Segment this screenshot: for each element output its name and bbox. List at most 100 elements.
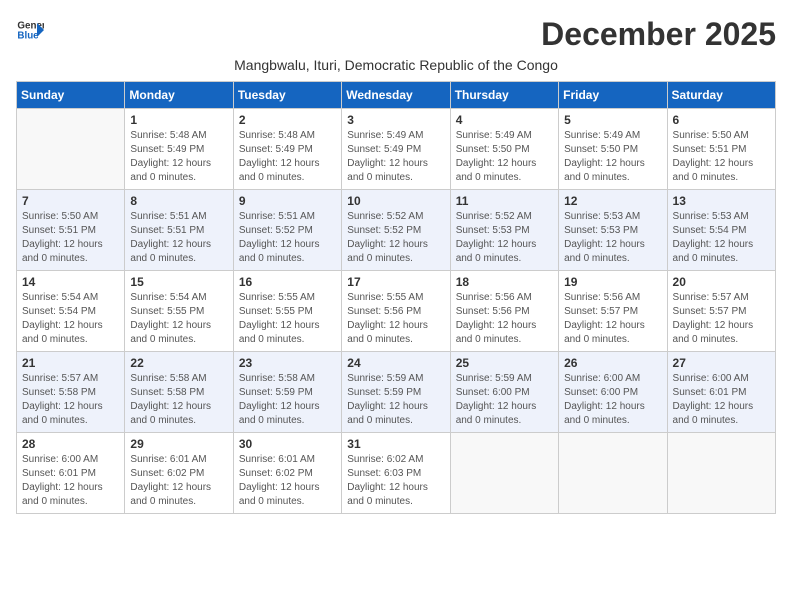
day-info: Sunrise: 5:50 AMSunset: 5:51 PMDaylight:…	[673, 129, 770, 185]
day-number: 30	[239, 437, 336, 451]
table-row: 7Sunrise: 5:50 AMSunset: 5:51 PMDaylight…	[17, 190, 125, 271]
day-info: Sunrise: 5:58 AMSunset: 5:59 PMDaylight:…	[239, 372, 336, 428]
day-number: 9	[239, 194, 336, 208]
day-info: Sunrise: 5:54 AMSunset: 5:55 PMDaylight:…	[130, 291, 227, 347]
table-row: 18 Sunrise: 5:56 AMSunset: 5:56 PMDayligh…	[450, 271, 558, 352]
table-row: 22Sunrise: 5:58 AMSunset: 5:58 PMDayligh…	[125, 352, 233, 433]
day-number: 11	[456, 194, 553, 208]
calendar-week-row: 14Sunrise: 5:54 AMSunset: 5:54 PMDayligh…	[17, 271, 776, 352]
day-info: Sunrise: 6:01 AMSunset: 6:02 PMDaylight:…	[130, 453, 227, 509]
table-row: 19 Sunrise: 5:56 AMSunset: 5:57 PMDayligh…	[559, 271, 667, 352]
day-number: 10	[347, 194, 444, 208]
day-info: Sunrise: 6:00 AMSunset: 6:01 PMDaylight:…	[22, 453, 119, 509]
table-row: 29 Sunrise: 6:01 AMSunset: 6:02 PMDayligh…	[125, 433, 233, 514]
header-tuesday: Tuesday	[233, 82, 341, 109]
day-info: Sunrise: 5:54 AMSunset: 5:54 PMDaylight:…	[22, 291, 119, 347]
day-info: Sunrise: 5:55 AMSunset: 5:55 PMDaylight:…	[239, 291, 336, 347]
table-row: 5 Sunrise: 5:49 AMSunset: 5:50 PMDaylight…	[559, 109, 667, 190]
day-number: 4	[456, 113, 553, 127]
header-saturday: Saturday	[667, 82, 775, 109]
day-number: 28	[22, 437, 119, 451]
table-row: 21 Sunrise: 5:57 AMSunset: 5:58 PMDayligh…	[17, 352, 125, 433]
table-row: 15 Sunrise: 5:54 AMSunset: 5:55 PMDayligh…	[125, 271, 233, 352]
day-info: Sunrise: 5:49 AMSunset: 5:50 PMDaylight:…	[564, 129, 661, 185]
table-row: 1 Sunrise: 5:48 AMSunset: 5:49 PMDaylight…	[125, 109, 233, 190]
table-row: 4 Sunrise: 5:49 AMSunset: 5:50 PMDaylight…	[450, 109, 558, 190]
day-number: 26	[564, 356, 661, 370]
table-row: 30 Sunrise: 6:01 AMSunset: 6:02 PMDayligh…	[233, 433, 341, 514]
page-title-section: December 2025	[541, 16, 776, 53]
calendar-week-row: 21 Sunrise: 5:57 AMSunset: 5:58 PMDayligh…	[17, 352, 776, 433]
day-number: 20	[673, 275, 770, 289]
table-row: 24 Sunrise: 5:59 AMSunset: 5:59 PMDayligh…	[342, 352, 450, 433]
table-row: 6 Sunrise: 5:50 AMSunset: 5:51 PMDaylight…	[667, 109, 775, 190]
day-info: Sunrise: 5:48 AMSunset: 5:49 PMDaylight:…	[130, 129, 227, 185]
main-title: December 2025	[541, 16, 776, 53]
day-number: 13	[673, 194, 770, 208]
logo: General Blue	[16, 16, 48, 44]
day-info: Sunrise: 5:57 AMSunset: 5:57 PMDaylight:…	[673, 291, 770, 347]
table-row: 2 Sunrise: 5:48 AMSunset: 5:49 PMDaylight…	[233, 109, 341, 190]
day-info: Sunrise: 6:02 AMSunset: 6:03 PMDaylight:…	[347, 453, 444, 509]
day-info: Sunrise: 5:53 AMSunset: 5:53 PMDaylight:…	[564, 210, 661, 266]
general-blue-icon: General Blue	[16, 16, 44, 44]
day-number: 7	[22, 194, 119, 208]
header-thursday: Thursday	[450, 82, 558, 109]
day-info: Sunrise: 5:55 AMSunset: 5:56 PMDaylight:…	[347, 291, 444, 347]
day-info: Sunrise: 5:49 AMSunset: 5:50 PMDaylight:…	[456, 129, 553, 185]
table-row	[559, 433, 667, 514]
day-info: Sunrise: 5:56 AMSunset: 5:57 PMDaylight:…	[564, 291, 661, 347]
table-row: 25 Sunrise: 5:59 AMSunset: 6:00 PMDayligh…	[450, 352, 558, 433]
header-wednesday: Wednesday	[342, 82, 450, 109]
day-number: 25	[456, 356, 553, 370]
day-number: 24	[347, 356, 444, 370]
table-row	[450, 433, 558, 514]
table-row: 14Sunrise: 5:54 AMSunset: 5:54 PMDayligh…	[17, 271, 125, 352]
table-row: 26Sunrise: 6:00 AMSunset: 6:00 PMDayligh…	[559, 352, 667, 433]
day-number: 15	[130, 275, 227, 289]
day-number: 1	[130, 113, 227, 127]
calendar-week-row: 1 Sunrise: 5:48 AMSunset: 5:49 PMDaylight…	[17, 109, 776, 190]
day-info: Sunrise: 6:01 AMSunset: 6:02 PMDaylight:…	[239, 453, 336, 509]
table-row: 31 Sunrise: 6:02 AMSunset: 6:03 PMDayligh…	[342, 433, 450, 514]
header-monday: Monday	[125, 82, 233, 109]
day-number: 5	[564, 113, 661, 127]
calendar-week-row: 28 Sunrise: 6:00 AMSunset: 6:01 PMDayligh…	[17, 433, 776, 514]
day-info: Sunrise: 5:51 AMSunset: 5:51 PMDaylight:…	[130, 210, 227, 266]
day-info: Sunrise: 5:49 AMSunset: 5:49 PMDaylight:…	[347, 129, 444, 185]
day-number: 27	[673, 356, 770, 370]
day-info: Sunrise: 5:59 AMSunset: 6:00 PMDaylight:…	[456, 372, 553, 428]
day-number: 8	[130, 194, 227, 208]
svg-text:Blue: Blue	[17, 30, 39, 41]
table-row: 23Sunrise: 5:58 AMSunset: 5:59 PMDayligh…	[233, 352, 341, 433]
day-info: Sunrise: 5:58 AMSunset: 5:58 PMDaylight:…	[130, 372, 227, 428]
day-number: 18	[456, 275, 553, 289]
table-row: 12 Sunrise: 5:53 AMSunset: 5:53 PMDayligh…	[559, 190, 667, 271]
day-number: 19	[564, 275, 661, 289]
day-number: 6	[673, 113, 770, 127]
table-row: 3Sunrise: 5:49 AMSunset: 5:49 PMDaylight…	[342, 109, 450, 190]
day-info: Sunrise: 5:51 AMSunset: 5:52 PMDaylight:…	[239, 210, 336, 266]
day-number: 31	[347, 437, 444, 451]
day-number: 17	[347, 275, 444, 289]
table-row: 27Sunrise: 6:00 AMSunset: 6:01 PMDayligh…	[667, 352, 775, 433]
day-number: 2	[239, 113, 336, 127]
table-row: 16 Sunrise: 5:55 AMSunset: 5:55 PMDayligh…	[233, 271, 341, 352]
table-row: 8 Sunrise: 5:51 AMSunset: 5:51 PMDaylight…	[125, 190, 233, 271]
day-info: Sunrise: 5:52 AMSunset: 5:52 PMDaylight:…	[347, 210, 444, 266]
day-number: 21	[22, 356, 119, 370]
day-info: Sunrise: 5:48 AMSunset: 5:49 PMDaylight:…	[239, 129, 336, 185]
calendar-table: Sunday Monday Tuesday Wednesday Thursday…	[16, 81, 776, 514]
day-number: 29	[130, 437, 227, 451]
table-row	[667, 433, 775, 514]
day-info: Sunrise: 5:56 AMSunset: 5:56 PMDaylight:…	[456, 291, 553, 347]
table-row: 9 Sunrise: 5:51 AMSunset: 5:52 PMDaylight…	[233, 190, 341, 271]
day-info: Sunrise: 5:59 AMSunset: 5:59 PMDaylight:…	[347, 372, 444, 428]
day-info: Sunrise: 5:57 AMSunset: 5:58 PMDaylight:…	[22, 372, 119, 428]
table-row: 28 Sunrise: 6:00 AMSunset: 6:01 PMDayligh…	[17, 433, 125, 514]
table-row: 20 Sunrise: 5:57 AMSunset: 5:57 PMDayligh…	[667, 271, 775, 352]
subtitle: Mangbwalu, Ituri, Democratic Republic of…	[16, 57, 776, 73]
day-number: 16	[239, 275, 336, 289]
header-friday: Friday	[559, 82, 667, 109]
day-number: 12	[564, 194, 661, 208]
